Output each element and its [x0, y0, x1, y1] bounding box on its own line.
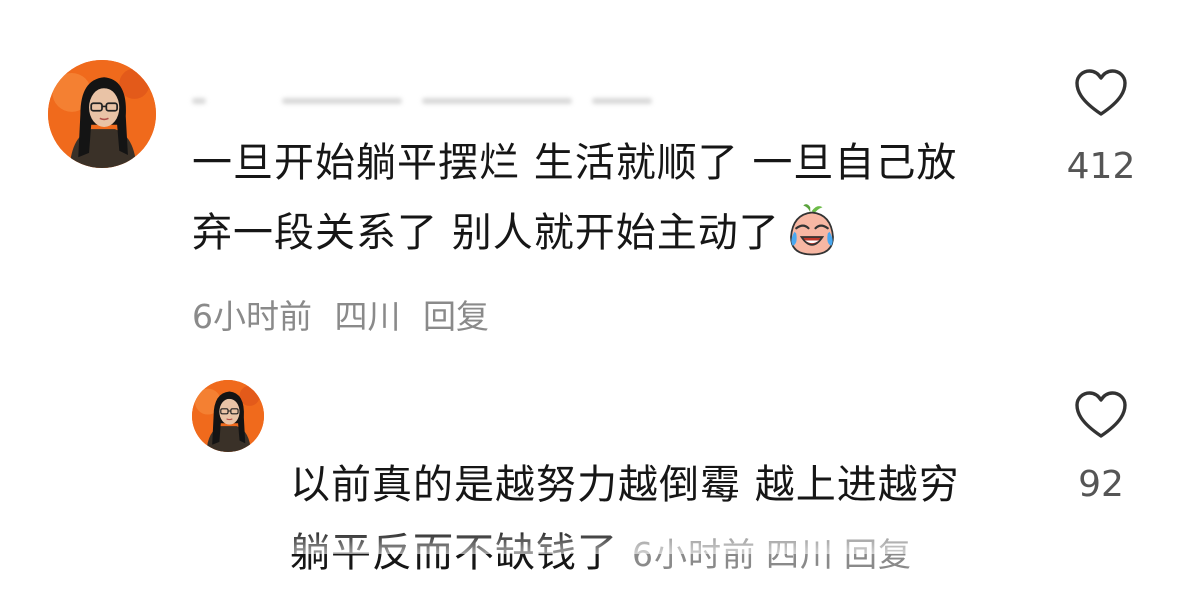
- avatar-image: [48, 60, 156, 168]
- heart-outline-icon: [1075, 391, 1127, 438]
- reply-location: 四川: [766, 535, 834, 574]
- comment-like-button[interactable]: 412: [1056, 68, 1146, 187]
- comment-meta: 6小时前 四川 回复: [192, 290, 501, 338]
- reply-reply-button[interactable]: 回复: [844, 535, 912, 574]
- comment-avatar[interactable]: [48, 60, 156, 168]
- reply-like-button[interactable]: 92: [1056, 390, 1146, 505]
- comment-reply-button[interactable]: 回复: [423, 297, 489, 336]
- reply-avatar[interactable]: [192, 380, 264, 452]
- reply-text-line-1: 以前真的是越努力越倒霉 越上进越穷: [290, 462, 960, 508]
- reply-text-line-2-content: 躺平反而不缺钱了: [290, 530, 618, 576]
- comment-text-line-2-content: 弃一段关系了 别人就开始主动了: [192, 210, 780, 256]
- comment-location: 四川: [334, 297, 401, 336]
- reply-like-count: 92: [1078, 464, 1124, 505]
- comment-text-line-1: 一旦开始躺平摆烂 生活就顺了 一旦自己放: [192, 140, 958, 186]
- crying-laughing-peach-emoji: [789, 204, 834, 256]
- reply-text-line-2: 躺平反而不缺钱了 6小时前 四川 回复: [290, 518, 922, 590]
- reply-time: 6小时前: [632, 535, 756, 574]
- heart-outline-icon: [1075, 69, 1127, 116]
- username-blurred[interactable]: [192, 94, 662, 108]
- avatar-image: [192, 380, 264, 452]
- comment-like-count: 412: [1066, 146, 1136, 187]
- comment-thread: 一旦开始躺平摆烂 生活就顺了 一旦自己放 弃一段关系了 别人就开始主动了 6小时…: [0, 0, 1179, 576]
- reply-meta: 6小时前 四川 回复: [632, 535, 922, 574]
- comment-text-line-2: 弃一段关系了 别人就开始主动了: [192, 198, 840, 268]
- comment-time: 6小时前: [192, 297, 312, 336]
